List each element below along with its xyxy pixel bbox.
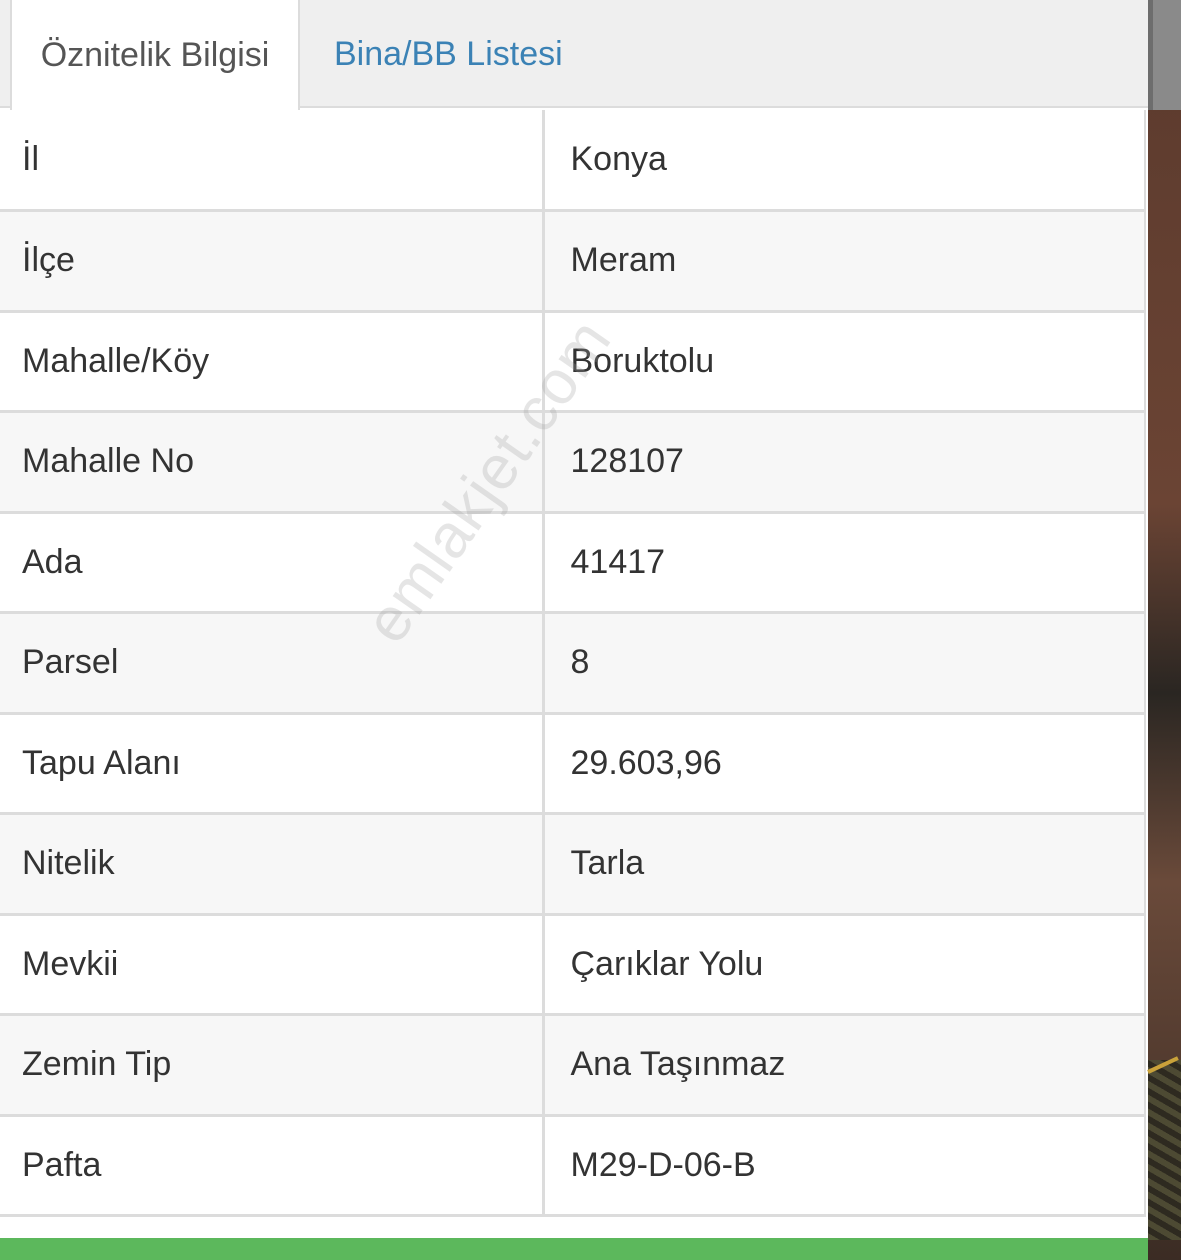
action-bar[interactable] — [0, 1238, 1148, 1260]
attribute-key: Nitelik — [0, 813, 545, 916]
table-row: Parsel 8 — [0, 612, 1145, 715]
table-row: Mevkii Çarıklar Yolu — [0, 914, 1145, 1016]
table-row: Tapu Alanı 29.603,96 — [0, 713, 1145, 815]
attribute-value: Meram — [543, 210, 1145, 313]
scrollbar[interactable] — [1148, 0, 1181, 110]
attribute-value: 8 — [543, 612, 1145, 715]
attribute-key: Pafta — [0, 1115, 545, 1217]
attribute-value: 128107 — [543, 411, 1145, 514]
attribute-key: Mahalle/Köy — [0, 311, 545, 413]
map-view[interactable] — [1147, 0, 1181, 1260]
tab-label: Bina/BB Listesi — [334, 34, 563, 73]
attribute-panel: Öznitelik Bilgisi Bina/BB Listesi İl Kon… — [0, 0, 1148, 1260]
attribute-table: İl Konya İlçe Meram Mahalle/Köy Boruktol… — [0, 110, 1146, 1217]
table-row: Mahalle/Köy Boruktolu — [0, 311, 1145, 413]
attribute-key: Mevkii — [0, 914, 545, 1016]
attribute-value: M29-D-06-B — [543, 1115, 1145, 1217]
attribute-value: Tarla — [543, 813, 1145, 916]
table-row: İlçe Meram — [0, 210, 1145, 313]
attribute-value: 29.603,96 — [543, 713, 1145, 815]
tab-label: Öznitelik Bilgisi — [40, 35, 270, 74]
table-row: Nitelik Tarla — [0, 813, 1145, 916]
tab-bar: Öznitelik Bilgisi Bina/BB Listesi — [0, 0, 1148, 110]
table-row: Zemin Tip Ana Taşınmaz — [0, 1014, 1145, 1117]
map-field-texture — [1148, 1060, 1181, 1240]
attribute-key: Mahalle No — [0, 411, 545, 514]
tab-attribute-info[interactable]: Öznitelik Bilgisi — [10, 0, 300, 110]
attribute-value: Ana Taşınmaz — [543, 1014, 1145, 1117]
table-row: Ada 41417 — [0, 512, 1145, 614]
scrollbar-thumb[interactable] — [1148, 0, 1153, 110]
table-row: Mahalle No 128107 — [0, 411, 1145, 514]
attribute-value: Boruktolu — [543, 311, 1145, 413]
table-row: İl Konya — [0, 110, 1145, 212]
attribute-key: Zemin Tip — [0, 1014, 545, 1117]
attribute-key: Tapu Alanı — [0, 713, 545, 815]
attribute-value: Konya — [543, 110, 1145, 212]
attribute-key: İl — [0, 110, 545, 212]
tab-building-list[interactable]: Bina/BB Listesi — [334, 0, 563, 108]
attribute-value: Çarıklar Yolu — [543, 914, 1145, 1016]
attribute-value: 41417 — [543, 512, 1145, 614]
attribute-key: Parsel — [0, 612, 545, 715]
attribute-key: Ada — [0, 512, 545, 614]
table-row: Pafta M29-D-06-B — [0, 1115, 1145, 1217]
attribute-key: İlçe — [0, 210, 545, 313]
